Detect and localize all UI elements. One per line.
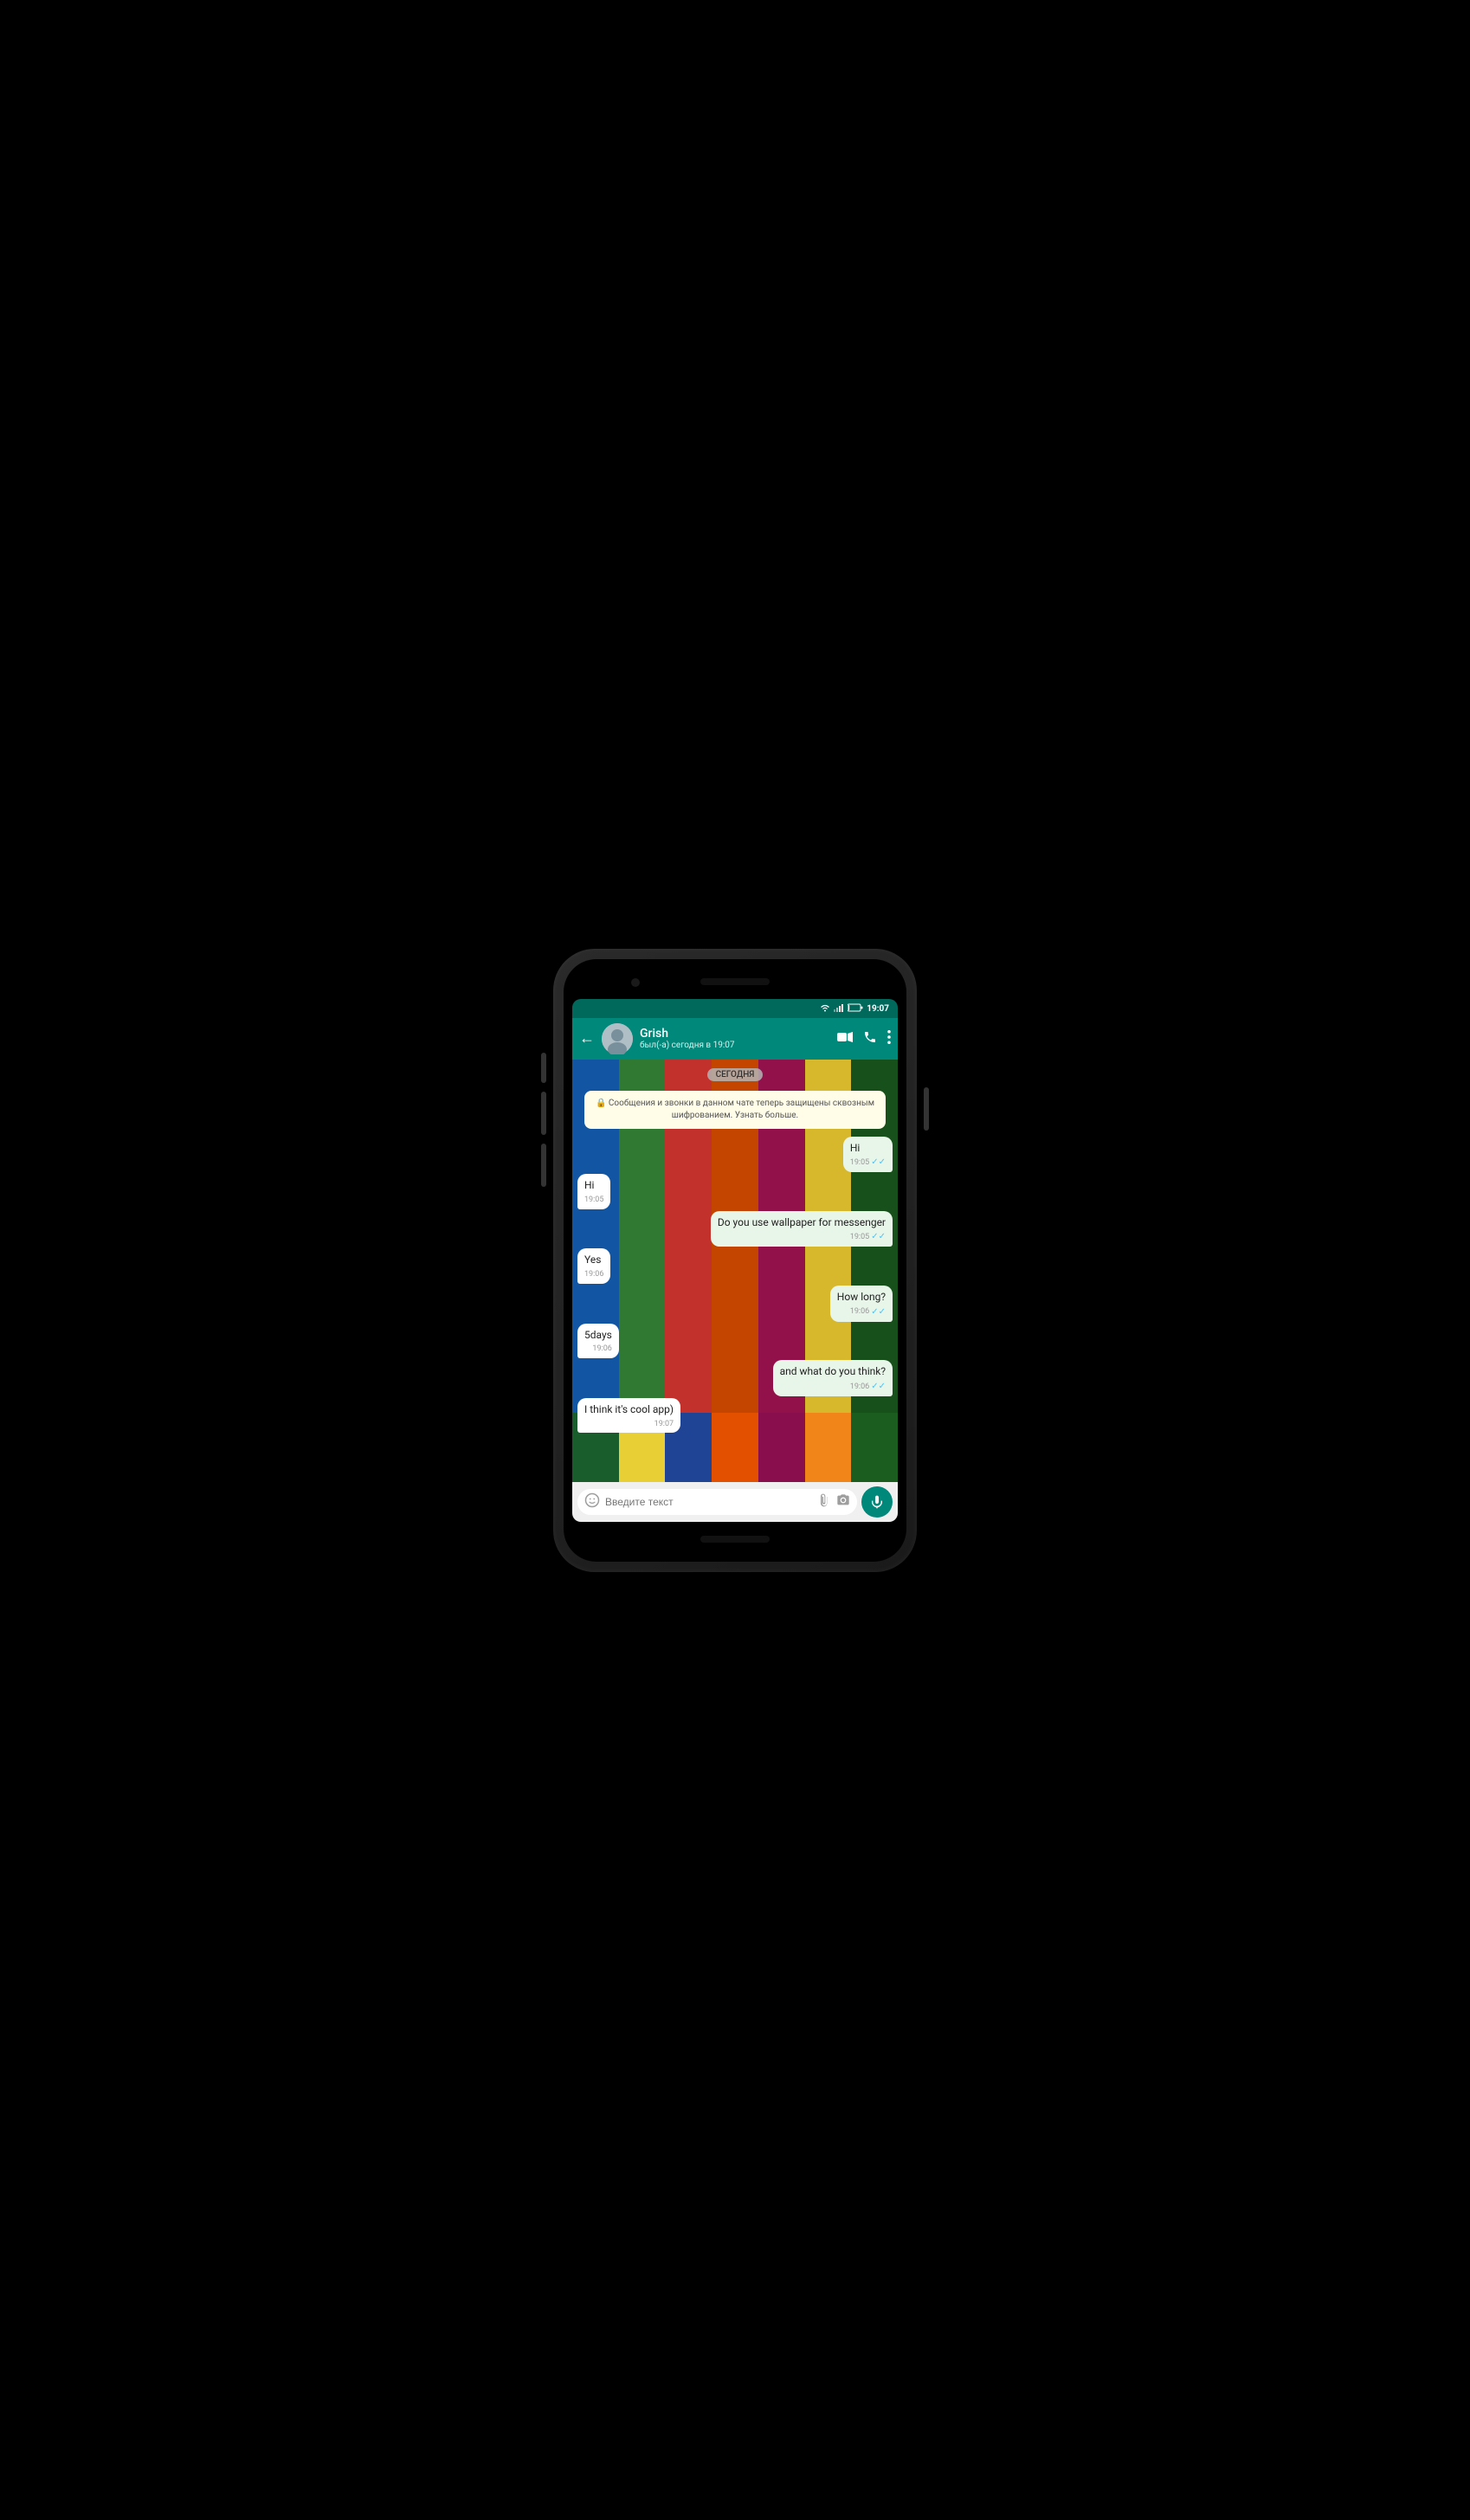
encryption-notice: 🔒 Сообщения и звонки в данном чате тепер… xyxy=(584,1091,886,1129)
wifi-icon xyxy=(820,1003,830,1015)
power-button[interactable] xyxy=(924,1087,929,1131)
front-camera xyxy=(631,978,640,987)
message-row: Yes 19:06 xyxy=(577,1248,893,1283)
back-button[interactable]: ← xyxy=(579,1029,595,1047)
silent-button[interactable] xyxy=(541,1144,546,1187)
input-field-wrap xyxy=(577,1489,857,1515)
message-bubble[interactable]: I think it's cool app) 19:07 xyxy=(577,1398,680,1433)
status-bar: 19:07 xyxy=(572,999,898,1018)
mic-button[interactable] xyxy=(861,1486,893,1518)
message-row: and what do you think? 19:06✓✓ xyxy=(577,1360,893,1396)
message-time: 19:05 xyxy=(850,1232,869,1243)
message-text: Hi xyxy=(850,1142,860,1154)
battery-icon xyxy=(848,1003,863,1015)
encryption-text: 🔒 Сообщения и звонки в данном чате тепер… xyxy=(596,1099,874,1120)
message-time: 19:05 xyxy=(850,1157,869,1169)
message-time: 19:06 xyxy=(850,1306,869,1318)
header-actions xyxy=(837,1030,891,1047)
message-text: I think it's cool app) xyxy=(584,1403,674,1415)
read-ticks-icon: ✓✓ xyxy=(871,1381,886,1393)
message-text: Yes xyxy=(584,1254,601,1266)
message-bubble[interactable]: 5days 19:06 xyxy=(577,1324,619,1358)
message-row: How long? 19:06✓✓ xyxy=(577,1286,893,1322)
message-time: 19:06 xyxy=(592,1344,611,1355)
message-time: 19:07 xyxy=(654,1419,674,1430)
contact-status: был(-а) сегодня в 19:07 xyxy=(640,1041,830,1050)
voice-call-icon[interactable] xyxy=(863,1030,877,1047)
message-text: How long? xyxy=(837,1291,886,1303)
message-text: Hi xyxy=(584,1179,594,1191)
message-time: 19:06 xyxy=(584,1269,603,1280)
avatar xyxy=(602,1023,633,1054)
speaker-bottom xyxy=(700,1536,770,1543)
message-bubble[interactable]: Yes 19:06 xyxy=(577,1248,610,1283)
message-time: 19:06 xyxy=(850,1382,869,1393)
signal-icon xyxy=(834,1003,844,1015)
attach-button[interactable] xyxy=(817,1493,831,1511)
message-time: 19:05 xyxy=(584,1195,603,1206)
status-bar-right: 19:07 xyxy=(820,1003,889,1015)
message-bubble[interactable]: and what do you think? 19:06✓✓ xyxy=(773,1360,893,1396)
contact-info: Grish был(-а) сегодня в 19:07 xyxy=(640,1027,830,1050)
status-time: 19:07 xyxy=(867,1004,889,1014)
message-text: 5days xyxy=(584,1329,612,1341)
message-bubble[interactable]: Do you use wallpaper for messenger 19:05✓… xyxy=(711,1211,893,1247)
date-badge: СЕГОДНЯ xyxy=(707,1068,764,1081)
message-bubble[interactable]: Hi 19:05✓✓ xyxy=(843,1137,893,1173)
messages-list: Hi19:05✓✓Hi19:05Do you use wallpaper for… xyxy=(577,1135,893,1435)
message-row: Do you use wallpaper for messenger 19:05✓… xyxy=(577,1211,893,1247)
message-bubble[interactable]: Hi 19:05 xyxy=(577,1174,610,1208)
read-ticks-icon: ✓✓ xyxy=(871,1306,886,1318)
message-row: 5days 19:06 xyxy=(577,1324,893,1358)
phone-screen-outer: 19:07 ← Grish был(-а) сегодня в 19:07 xyxy=(564,959,906,1562)
screen: 19:07 ← Grish был(-а) сегодня в 19:07 xyxy=(572,999,898,1522)
message-input[interactable] xyxy=(605,1496,812,1508)
read-ticks-icon: ✓✓ xyxy=(871,1231,886,1243)
message-bubble[interactable]: How long? 19:06✓✓ xyxy=(830,1286,893,1322)
message-text: and what do you think? xyxy=(780,1365,886,1377)
message-row: Hi 19:05 xyxy=(577,1174,893,1208)
message-row: Hi 19:05✓✓ xyxy=(577,1137,893,1173)
read-ticks-icon: ✓✓ xyxy=(871,1157,886,1169)
volume-up-button[interactable] xyxy=(541,1053,546,1083)
camera-button[interactable] xyxy=(836,1493,850,1511)
menu-icon[interactable] xyxy=(887,1030,891,1047)
phone-device: 19:07 ← Grish был(-а) сегодня в 19:07 xyxy=(553,949,917,1572)
input-bar xyxy=(572,1482,898,1522)
message-text: Do you use wallpaper for messenger xyxy=(718,1216,886,1228)
message-row: I think it's cool app) 19:07 xyxy=(577,1398,893,1433)
speaker-top xyxy=(700,978,770,985)
video-call-icon[interactable] xyxy=(837,1031,853,1047)
chat-header: ← Grish был(-а) сегодня в 19:07 xyxy=(572,1018,898,1060)
messages-container: СЕГОДНЯ 🔒 Сообщения и звонки в данном ча… xyxy=(572,1060,898,1440)
emoji-button[interactable] xyxy=(584,1492,600,1511)
chat-area: СЕГОДНЯ 🔒 Сообщения и звонки в данном ча… xyxy=(572,1060,898,1482)
volume-down-button[interactable] xyxy=(541,1092,546,1135)
contact-name: Grish xyxy=(640,1027,830,1041)
